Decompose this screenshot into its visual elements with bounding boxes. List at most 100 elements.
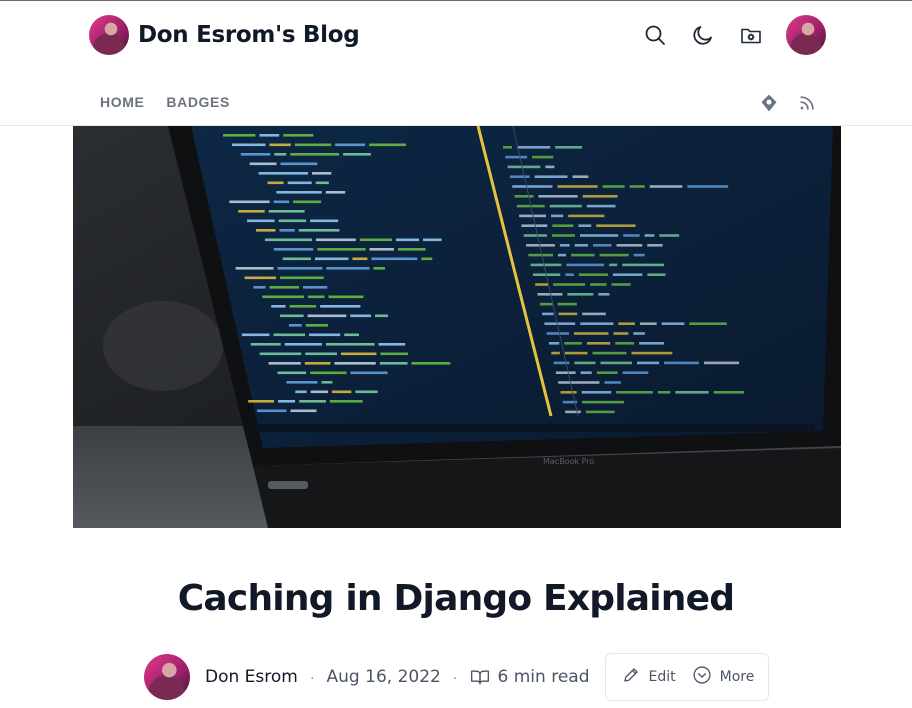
code-token — [599, 253, 629, 257]
code-token — [223, 134, 256, 137]
code-token — [592, 244, 612, 247]
code-token — [274, 153, 287, 156]
code-token — [659, 234, 680, 237]
code-token — [269, 143, 291, 147]
code-token — [578, 224, 592, 227]
nav-badges-link[interactable]: BADGES — [166, 94, 230, 110]
site-header: Don Esrom's Blog — [0, 1, 912, 71]
moon-icon[interactable] — [688, 20, 718, 50]
code-token — [290, 153, 340, 156]
author-name[interactable]: Don Esrom — [205, 667, 298, 687]
code-token — [538, 195, 578, 198]
code-token — [551, 234, 575, 237]
code-token — [557, 185, 598, 188]
code-token — [307, 295, 325, 299]
code-token — [315, 181, 329, 185]
code-token — [344, 333, 360, 337]
code-token — [273, 200, 290, 204]
code-token — [396, 238, 419, 242]
code-token — [557, 302, 577, 306]
code-token — [631, 351, 673, 355]
code-token — [534, 175, 568, 178]
code-token — [422, 238, 442, 242]
author-avatar[interactable] — [144, 654, 190, 700]
code-token — [647, 273, 666, 276]
code-token — [544, 322, 576, 325]
code-token — [600, 361, 633, 365]
search-icon[interactable] — [640, 20, 670, 50]
code-token — [558, 253, 567, 257]
code-token — [309, 333, 341, 337]
code-token — [565, 410, 581, 414]
nav-home-link[interactable]: HOME — [100, 94, 144, 110]
code-token — [622, 263, 665, 267]
code-token — [304, 362, 331, 365]
user-avatar[interactable] — [786, 15, 826, 55]
code-token — [574, 244, 588, 247]
code-token — [664, 361, 699, 365]
code-token — [579, 234, 619, 237]
code-token — [571, 253, 595, 257]
code-token — [352, 257, 368, 261]
code-token — [545, 165, 555, 169]
code-token — [539, 302, 553, 306]
code-token — [273, 248, 314, 251]
code-token — [276, 191, 322, 194]
code-token — [334, 362, 376, 365]
folder-settings-icon[interactable] — [736, 20, 766, 50]
code-token — [305, 352, 337, 356]
code-token — [573, 332, 609, 335]
code-token — [558, 312, 578, 316]
code-token — [310, 219, 339, 223]
code-token — [244, 276, 276, 280]
code-token — [590, 283, 607, 286]
meta-separator: · — [452, 669, 458, 685]
post-meta: Don Esrom · Aug 16, 2022 · 6 min read Ed… — [144, 653, 770, 701]
edit-button[interactable]: Edit — [622, 666, 676, 688]
code-token — [598, 293, 610, 296]
code-token — [512, 185, 553, 188]
code-token — [578, 273, 608, 276]
code-token — [378, 343, 406, 346]
code-token — [616, 244, 643, 247]
rss-icon[interactable] — [796, 92, 818, 114]
code-token — [290, 409, 317, 413]
code-token — [229, 200, 270, 204]
code-token — [268, 210, 305, 213]
code-token — [375, 314, 389, 318]
code-token — [703, 361, 740, 365]
code-token — [369, 248, 394, 251]
read-time: 6 min read — [497, 667, 590, 687]
laptop-brand-label: MacBook Pro — [543, 457, 594, 466]
code-token — [268, 362, 301, 365]
laptop-code-illustration: MacBook Pro — [73, 126, 841, 528]
code-token — [328, 295, 364, 299]
code-token — [572, 175, 589, 178]
code-token — [639, 322, 657, 325]
map-pin-icon[interactable] — [758, 92, 780, 114]
code-token — [411, 362, 451, 365]
code-token — [509, 175, 530, 178]
code-token — [305, 324, 328, 327]
code-token — [647, 244, 663, 247]
code-token — [596, 371, 618, 374]
code-token — [249, 162, 277, 166]
code-token — [565, 273, 574, 276]
brand-link[interactable]: Don Esrom's Blog — [89, 15, 360, 55]
more-button[interactable]: More — [692, 665, 754, 689]
code-token — [421, 257, 433, 261]
code-token — [314, 257, 349, 261]
code-token — [551, 351, 560, 355]
code-token — [326, 267, 370, 270]
code-token — [283, 134, 314, 137]
code-token — [321, 381, 333, 384]
code-token — [623, 234, 640, 237]
code-token — [267, 181, 284, 185]
brand-avatar — [89, 15, 129, 55]
code-token — [581, 391, 612, 394]
code-token — [335, 143, 366, 147]
code-token — [612, 273, 643, 276]
code-token — [629, 185, 645, 188]
code-token — [516, 146, 551, 149]
code-token — [560, 391, 577, 394]
